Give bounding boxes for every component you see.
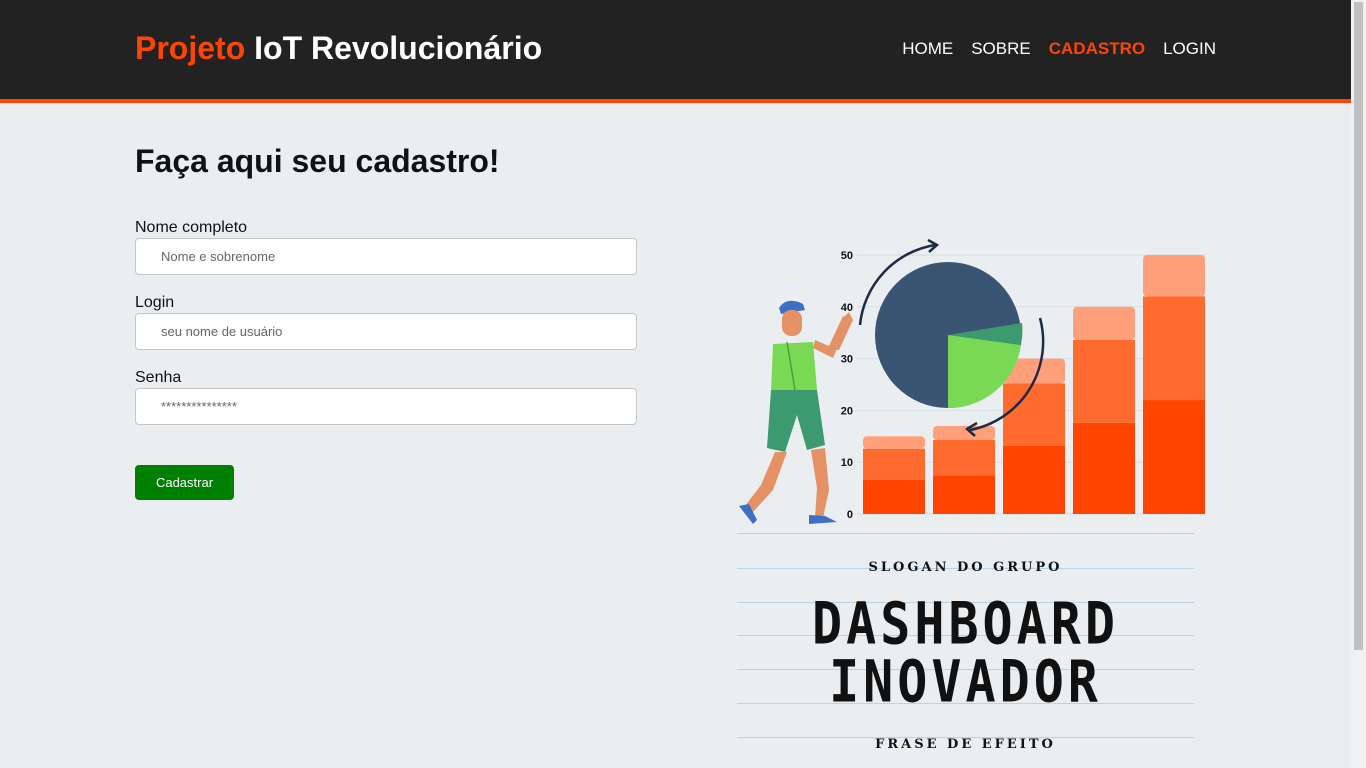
submit-button[interactable]: Cadastrar	[135, 465, 234, 500]
chart-bar-segment	[1143, 296, 1205, 401]
chart-bar-segment	[1003, 445, 1065, 514]
login-label: Login	[135, 294, 175, 311]
chart-y-tick-label: 30	[841, 354, 853, 366]
chart-bar-segment	[933, 425, 995, 441]
brand-rest: IoT Revolucionário	[254, 30, 543, 66]
chart-bar-segment	[933, 440, 995, 476]
slogan-bottom-text: FRASE DE EFEITO	[875, 737, 1056, 752]
person-figure-icon	[739, 300, 853, 524]
scrollbar-thumb[interactable]	[1354, 2, 1363, 650]
page-scrollbar[interactable]	[1351, 0, 1366, 768]
name-label: Nome completo	[135, 219, 248, 236]
chart-bar-segment	[1143, 255, 1205, 297]
login-input[interactable]	[135, 313, 637, 350]
slogan-rule	[737, 533, 1194, 534]
site-header: Projeto IoT Revolucionário HOME SOBRE CA…	[0, 0, 1351, 103]
main-nav: HOME SOBRE CADASTRO LOGIN	[902, 39, 1216, 59]
chart-bar-segment	[863, 479, 925, 514]
chart-y-ticks: 0 10 20 30 40 50	[841, 250, 853, 521]
chart-bar-segment	[933, 475, 995, 514]
pie-chart-icon	[875, 262, 1023, 409]
chart-y-tick-label: 0	[847, 509, 853, 521]
chart-y-tick-label: 40	[841, 302, 853, 314]
chart-bar-segment	[1073, 422, 1135, 514]
chart-y-tick-label: 20	[841, 405, 853, 417]
chart-bar-segment	[1073, 306, 1135, 340]
nav-sobre[interactable]: SOBRE	[971, 39, 1031, 59]
slogan-top-text: SLOGAN DO GRUPO	[868, 560, 1063, 575]
slogan-banner: SLOGAN DO GRUPO DASHBOARD INOVADOR FRASE…	[737, 533, 1194, 768]
page-title: Faça aqui seu cadastro!	[135, 143, 500, 179]
password-label: Senha	[135, 369, 182, 386]
slogan-line-2: INOVADOR	[829, 648, 1102, 716]
nav-login[interactable]: LOGIN	[1163, 39, 1216, 59]
chart-bar-segment	[863, 448, 925, 480]
chart-bar	[863, 436, 925, 514]
brand-accent: Projeto	[135, 30, 246, 66]
dashboard-illustration: 0 10 20 30 40 50	[739, 238, 1205, 524]
chart-bar	[1143, 255, 1205, 514]
password-input[interactable]	[135, 388, 637, 425]
nav-cadastro[interactable]: CADASTRO	[1049, 39, 1145, 59]
chart-y-tick-label: 50	[841, 250, 853, 262]
chart-bar	[933, 425, 995, 514]
site-brand[interactable]: Projeto IoT Revolucionário	[135, 30, 542, 67]
chart-y-tick-label: 10	[841, 457, 853, 469]
nav-home[interactable]: HOME	[902, 39, 953, 59]
chart-bar-segment	[1003, 383, 1065, 446]
chart-bar	[1073, 306, 1135, 514]
chart-bar-segment	[1073, 339, 1135, 423]
chart-bar-segment	[863, 436, 925, 449]
slogan-line-1: DASHBOARD	[812, 590, 1119, 658]
chart-bar-segment	[1143, 400, 1205, 514]
name-input[interactable]	[135, 238, 637, 275]
